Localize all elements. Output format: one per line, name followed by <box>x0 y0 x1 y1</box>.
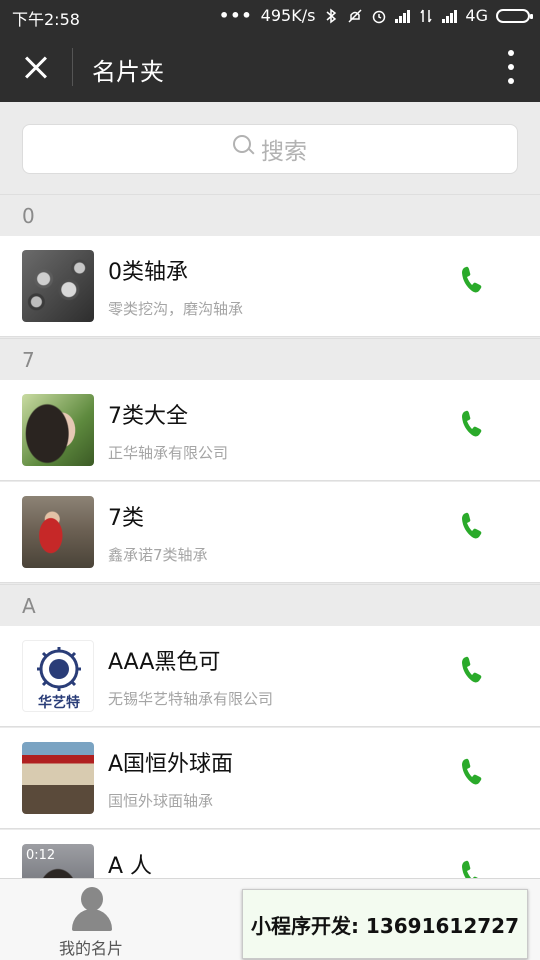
signal-icon <box>395 9 411 23</box>
list-item[interactable]: A国恒外球面 国恒外球面轴承 <box>0 728 540 829</box>
signal-icon <box>442 9 458 23</box>
company-logo: 华艺特 <box>37 647 81 711</box>
contact-name: A国恒外球面 <box>108 752 234 777</box>
section-header: 7 <box>0 338 540 380</box>
promo-banner: 小程序开发: 13691612727 <box>242 889 528 959</box>
contact-desc: 无锡华艺特轴承有限公司 <box>108 690 274 708</box>
contact-desc: 鑫承诺7类轴承 <box>108 546 208 564</box>
notification-dots: ••• <box>218 6 253 25</box>
phone-icon[interactable] <box>454 260 486 300</box>
avatar <box>22 496 94 568</box>
phone-icon[interactable] <box>454 752 486 792</box>
contact-name: 0类轴承 <box>108 260 188 285</box>
search-area: 搜索 <box>0 102 540 194</box>
close-icon[interactable] <box>16 49 56 85</box>
status-icons: ••• 495K/s 4G <box>218 6 533 25</box>
avatar <box>22 742 94 814</box>
contact-desc: 国恒外球面轴承 <box>108 792 214 810</box>
battery-icon <box>496 8 533 23</box>
contact-name: A 人 <box>108 854 153 879</box>
avatar <box>22 394 94 466</box>
section-header: 0 <box>0 194 540 236</box>
contact-name: 7类大全 <box>108 404 188 429</box>
contact-name: AAA黑色可 <box>108 650 221 675</box>
list-item[interactable]: 0类轴承 零类挖沟，磨沟轴承 <box>0 236 540 337</box>
contact-list: 0 0类轴承 零类挖沟，磨沟轴承 7 7类大全 正华轴承有限公司 7类 鑫承诺7… <box>0 194 540 932</box>
status-time: 下午2:58 <box>12 10 80 29</box>
avatar <box>22 250 94 322</box>
avatar-overlay-text: 0:12 <box>26 848 56 863</box>
person-icon <box>70 887 114 931</box>
search-placeholder: 搜索 <box>261 139 307 165</box>
page-title: 名片夹 <box>92 58 164 86</box>
bluetooth-icon <box>323 8 339 24</box>
phone-icon[interactable] <box>454 650 486 690</box>
list-item[interactable]: 7类大全 正华轴承有限公司 <box>0 380 540 481</box>
phone-icon[interactable] <box>454 506 486 546</box>
title-divider <box>72 48 73 86</box>
search-input[interactable]: 搜索 <box>22 124 518 174</box>
mute-icon <box>347 8 363 24</box>
status-bar: 下午2:58 ••• 495K/s 4G <box>0 0 540 32</box>
contact-name: 7类 <box>108 506 144 531</box>
contact-desc: 零类挖沟，磨沟轴承 <box>108 300 244 318</box>
tab-my-card[interactable]: 我的名片 <box>50 883 132 958</box>
tab-label: 我的名片 <box>58 939 123 958</box>
more-vertical-icon[interactable] <box>504 50 518 84</box>
header: 名片夹 <box>0 32 540 102</box>
phone-icon[interactable] <box>454 404 486 444</box>
svg-text:华艺特: 华艺特 <box>38 694 80 711</box>
search-icon <box>233 135 255 157</box>
section-header: A <box>0 584 540 626</box>
alarm-icon <box>371 8 387 24</box>
net-speed: 495K/s <box>260 6 316 25</box>
contact-desc: 正华轴承有限公司 <box>108 444 229 462</box>
data-icon <box>418 8 434 24</box>
avatar: 华艺特 <box>22 640 94 712</box>
list-item[interactable]: 华艺特 AAA黑色可 无锡华艺特轴承有限公司 <box>0 626 540 727</box>
list-item[interactable]: 7类 鑫承诺7类轴承 <box>0 482 540 583</box>
network-type: 4G <box>465 6 488 25</box>
